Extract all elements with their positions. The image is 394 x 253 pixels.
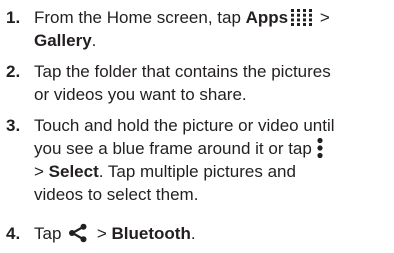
step-line: Gallery. (34, 29, 390, 52)
step-number: 2. (6, 62, 21, 81)
step-line: From the Home screen, tap Apps > (34, 6, 390, 29)
overflow-menu-icon (316, 137, 324, 159)
step-line: or videos you want to share. (34, 85, 247, 104)
step-line: > Select. Tap multiple pictures and (34, 160, 390, 183)
apps-label: Apps (245, 8, 289, 27)
step-line: Tap the folder that contains the picture… (34, 62, 331, 81)
gallery-label: Gallery (34, 31, 92, 50)
instruction-list: 1. From the Home screen, tap Apps > Gall… (0, 0, 394, 253)
step-text-run: > (34, 162, 49, 181)
step-text-run: . (190, 224, 196, 243)
select-label: Select (48, 162, 99, 181)
share-icon (68, 223, 88, 243)
step-number: 3. (6, 116, 21, 135)
step-text-run: > (92, 224, 112, 243)
apps-grid-icon (291, 8, 313, 26)
step-text-run: > (315, 8, 330, 27)
step-text-run: From the Home screen, tap (34, 8, 246, 27)
step-text-run: . (91, 31, 97, 50)
step-line: Tap > Bluetooth. (34, 222, 390, 245)
step-text-run: . Tap multiple pictures and (98, 162, 296, 181)
step-line: videos to select them. (34, 185, 199, 204)
step-text: Tap the folder that contains the picture… (34, 60, 390, 106)
bluetooth-label: Bluetooth (111, 224, 191, 243)
step-text-run: Tap (34, 224, 67, 243)
step-line: you see a blue frame around it or tap (34, 137, 390, 160)
step-text-run: you see a blue frame around it or tap (34, 139, 312, 158)
step-text: From the Home screen, tap Apps > Gallery… (34, 6, 390, 52)
step-number: 4. (6, 224, 21, 243)
step-number: 1. (6, 8, 21, 27)
step-text: Touch and hold the picture or video unti… (34, 114, 390, 206)
step-line: Touch and hold the picture or video unti… (34, 116, 335, 135)
step-text: Tap > Bluetooth. (34, 222, 390, 245)
